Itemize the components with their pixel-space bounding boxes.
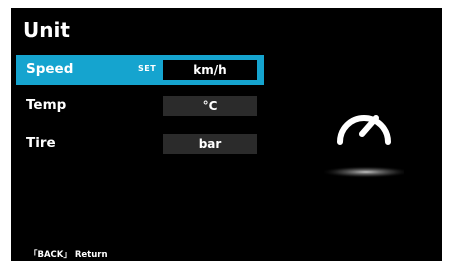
page-title: Unit — [23, 18, 70, 42]
setting-row-temp[interactable]: Temp °C — [16, 91, 264, 121]
speedometer-icon — [320, 104, 412, 194]
temp-unit-value[interactable]: °C — [163, 96, 257, 116]
unit-settings-screen: Unit Speed SET km/h Temp °C Tire bar 「BA… — [11, 8, 442, 261]
tire-unit-value[interactable]: bar — [163, 134, 257, 154]
set-indicator: SET — [138, 64, 157, 73]
back-return-hint: 「BACK」 Return — [29, 250, 108, 260]
setting-label-speed: Speed — [26, 61, 74, 77]
setting-row-tire[interactable]: Tire bar — [16, 129, 264, 159]
speed-unit-value[interactable]: km/h — [163, 60, 257, 80]
setting-row-speed[interactable]: Speed SET km/h — [16, 55, 264, 85]
setting-label-tire: Tire — [26, 135, 56, 151]
setting-label-temp: Temp — [26, 97, 67, 113]
